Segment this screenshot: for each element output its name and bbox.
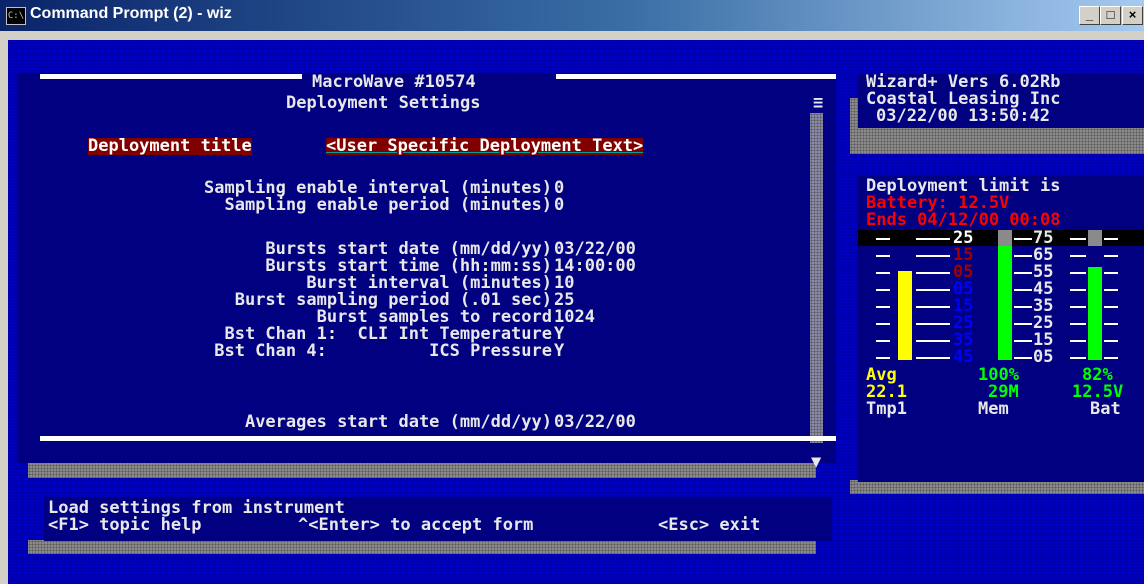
gauge-tick [916,357,950,359]
gauge-tick [876,272,890,274]
gauge-tick [1070,289,1086,291]
window-title: Command Prompt (2) - wiz [30,5,232,22]
gauge-tick [916,255,950,257]
mem-gauge-cap [998,230,1012,246]
ends-text: Ends 04/12/00 00:08 [866,210,1061,230]
gauge-tick [1070,340,1086,342]
mem-gauge [998,246,1012,360]
bat-gauge-cap [1088,230,1102,246]
status-shadow [28,540,816,554]
frame-bottom [40,436,836,441]
scale-right-tick: 05 [1033,347,1054,367]
gauge-tick [1104,323,1118,325]
scroll-down-icon[interactable]: ▼ [811,454,821,471]
gauge-tick [1104,306,1118,308]
title-bar[interactable]: C:\ Command Prompt (2) - wiz _ □ × [0,0,1144,31]
device-name: MacroWave #10574 [312,72,476,92]
gauge-tick [876,340,890,342]
gauge-tick [1104,357,1118,359]
help-key-hint[interactable]: <F1> topic help [48,517,202,534]
maximize-button[interactable]: □ [1100,6,1121,25]
gauge-tick [1104,272,1118,274]
gauge-tick [916,238,950,240]
gauge-tick [1014,238,1032,240]
gauge-tick [1070,306,1086,308]
gauge-tick [1104,238,1118,240]
gauge-tick [876,238,890,240]
cmd-icon[interactable]: C:\ [6,7,26,25]
sampling-period-field[interactable]: 0 [554,197,564,214]
scale-left-tick: 45 [953,347,974,367]
deployment-title-field[interactable]: <User Specific Deployment Text> [326,138,644,155]
mem-label: Mem [978,399,1009,419]
gauge-tick [876,323,890,325]
gauge-tick [876,289,890,291]
gauge-tick [876,255,890,257]
bst-chan-4-field[interactable]: Y [554,343,564,360]
bst-chan-4-label: Bst Chan 4: ICS Pressure [214,341,552,361]
gauge-tick [916,289,950,291]
gauge-tick [1014,255,1032,257]
gauge-tick [876,306,890,308]
gauge-tick [1070,272,1086,274]
averages-start-date-label: Averages start date (mm/dd/yy) [244,412,552,432]
scrollbar-track[interactable] [810,113,823,443]
gauge-tick [1104,255,1118,257]
tmp1-label: Tmp1 [866,399,907,419]
exit-key-hint[interactable]: <Esc> exit [658,517,760,534]
console-area[interactable]: MacroWave #10574 Deployment Settings ≡ ▼… [8,40,1144,584]
gauge-tick [1070,323,1086,325]
gauge-tick [1070,238,1086,240]
gauge-tick [1014,272,1032,274]
gauge-tick [1104,340,1118,342]
gauge-tick [1014,289,1032,291]
bat-label: Bat [1090,399,1121,419]
form-title: Deployment Settings [286,93,481,113]
frame-top-left [40,74,302,79]
close-button[interactable]: × [1122,6,1143,25]
gauge-tick [1070,255,1086,257]
averages-start-date-field[interactable]: 03/22/00 [554,414,636,431]
sampling-period-label: Sampling enable period (minutes) [224,195,552,215]
gauge-tick [1070,357,1086,359]
minimize-button[interactable]: _ [1079,6,1100,25]
gauge-tick [1104,289,1118,291]
bat-gauge [1088,267,1102,360]
gauge-tick [1014,323,1032,325]
gauge-tick [916,323,950,325]
accept-key-hint[interactable]: ^<Enter> to accept form [298,517,533,534]
datetime-text: 03/22/00 13:50:42 [876,106,1050,126]
deployment-title-label: Deployment title [88,136,252,156]
gauge-tick [876,357,890,359]
limit-shadow [850,480,1144,494]
frame-top-right [556,74,836,79]
tmp1-gauge [898,271,912,360]
gauge-tick [916,340,950,342]
scroll-menu-icon[interactable]: ≡ [813,95,823,112]
gauge-tick [1014,357,1032,359]
gauge-tick [916,272,950,274]
gauge-tick [1014,340,1032,342]
gauge-tick [916,306,950,308]
gauge-tick [1014,306,1032,308]
